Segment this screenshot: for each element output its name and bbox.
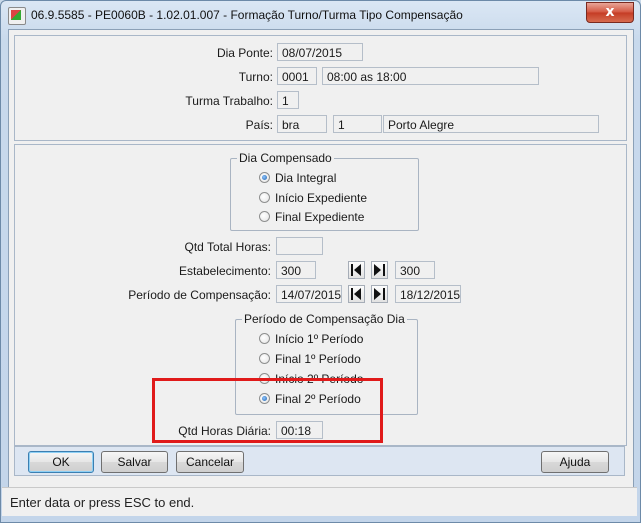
pais-number-field[interactable]: 1 [333, 115, 382, 133]
turno-description-field: 08:00 as 18:00 [322, 67, 539, 85]
first-period-button[interactable] [348, 285, 365, 303]
pais-label: País: [245, 118, 273, 132]
dia-ponte-field[interactable]: 08/07/2015 [277, 43, 363, 61]
radio-checked-icon[interactable] [259, 172, 270, 183]
estabelecimento-from-field[interactable]: 300 [276, 261, 316, 279]
skip-forward-icon [374, 288, 385, 300]
highlight-annotation [152, 378, 383, 443]
button-bar: OK Salvar Cancelar Ajuda [14, 446, 625, 476]
pais-code-field[interactable]: bra [277, 115, 327, 133]
estabelecimento-label: Estabelecimento: [178, 264, 271, 278]
radio-label: Final Expediente [275, 210, 365, 224]
skip-forward-icon [374, 264, 385, 276]
periodo-from-field[interactable]: 14/07/2015 [276, 285, 342, 303]
turno-label: Turno: [238, 70, 273, 84]
cancelar-button[interactable]: Cancelar [176, 451, 244, 473]
dia-ponte-label: Dia Ponte: [216, 46, 273, 60]
turma-trabalho-field[interactable]: 1 [277, 91, 299, 109]
close-button[interactable]: x [586, 2, 634, 23]
pais-name-field: Porto Alegre [383, 115, 599, 133]
periodo-compensacao-label: Período de Compensação: [128, 288, 271, 302]
ok-button[interactable]: OK [28, 451, 94, 473]
window-title: 06.9.5585 - PE0060B - 1.02.01.007 - Form… [31, 8, 463, 22]
dialog-window: 06.9.5585 - PE0060B - 1.02.01.007 - Form… [0, 0, 641, 523]
radio-label: Final 1º Período [275, 352, 361, 366]
radio-unchecked-icon[interactable] [259, 211, 270, 222]
salvar-button[interactable]: Salvar [101, 451, 168, 473]
status-text: Enter data or press ESC to end. [10, 495, 195, 510]
qtd-total-horas-label: Qtd Total Horas: [184, 240, 271, 254]
dia-compensado-legend: Dia Compensado [237, 151, 334, 165]
skip-back-icon [351, 264, 361, 276]
status-bar: Enter data or press ESC to end. [2, 487, 637, 516]
turma-trabalho-label: Turma Trabalho: [185, 94, 273, 108]
periodo-dia-legend: Período de Compensação Dia [242, 312, 407, 326]
estabelecimento-to-field[interactable]: 300 [395, 261, 435, 279]
first-record-button[interactable] [348, 261, 365, 279]
radio-unchecked-icon[interactable] [259, 353, 270, 364]
last-record-button[interactable] [371, 261, 388, 279]
radio-label: Dia Integral [275, 171, 337, 185]
header-panel: Dia Ponte: 08/07/2015 Turno: 0001 08:00 … [14, 35, 627, 141]
title-bar[interactable]: 06.9.5585 - PE0060B - 1.02.01.007 - Form… [1, 1, 640, 29]
qtd-total-horas-field[interactable] [276, 237, 323, 255]
radio-unchecked-icon[interactable] [259, 192, 270, 203]
dia-compensado-group: Dia Compensado Dia Integral Início Exped… [230, 151, 419, 231]
radio-label: Início 1º Período [275, 332, 364, 346]
app-icon [8, 7, 26, 25]
turno-code-field[interactable]: 0001 [277, 67, 317, 85]
skip-back-icon [351, 288, 361, 300]
periodo-to-field[interactable]: 18/12/2015 [395, 285, 461, 303]
radio-unchecked-icon[interactable] [259, 333, 270, 344]
radio-label: Início Expediente [275, 191, 368, 205]
last-period-button[interactable] [371, 285, 388, 303]
ajuda-button[interactable]: Ajuda [541, 451, 609, 473]
